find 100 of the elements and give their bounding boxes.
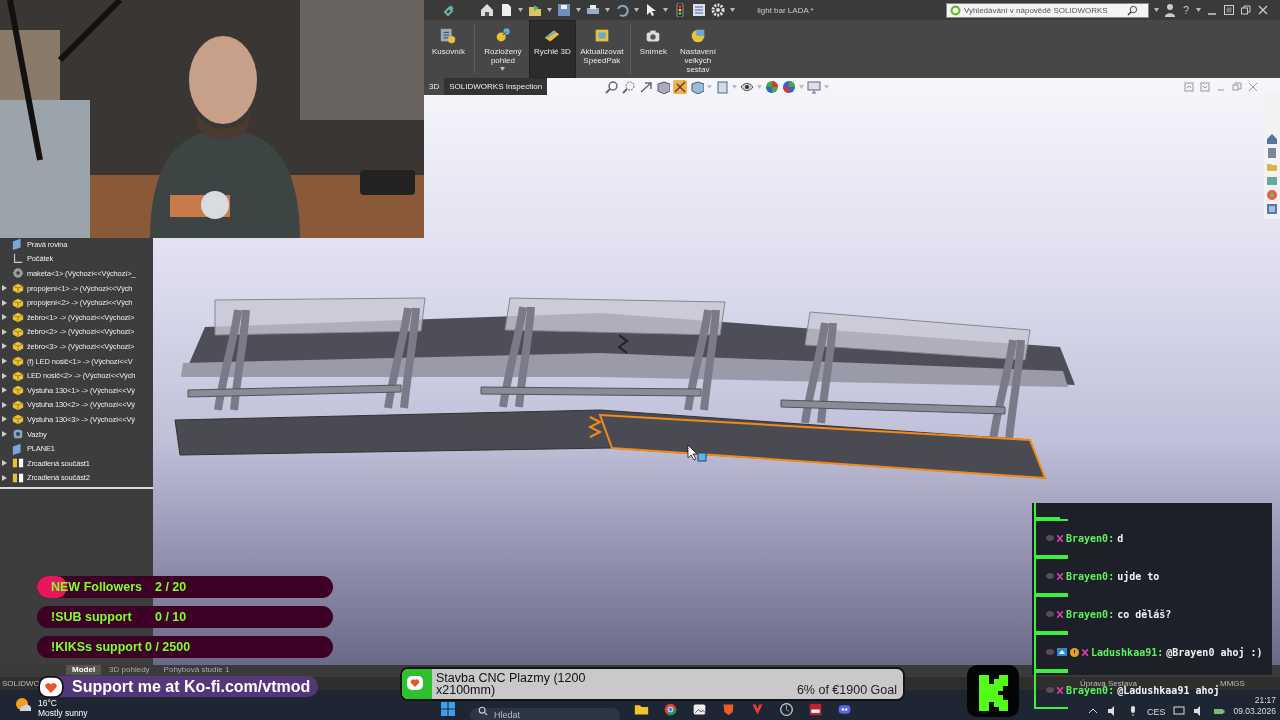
window-title: light bar LADA * — [756, 5, 815, 15]
clock-icon[interactable] — [779, 702, 794, 717]
close-icon[interactable] — [1257, 4, 1269, 16]
expand-arrow-icon[interactable] — [2, 372, 7, 379]
caret-icon[interactable] — [500, 67, 506, 72]
expand-arrow-icon[interactable] — [2, 431, 7, 437]
expand-arrow-icon[interactable] — [2, 343, 7, 350]
chat-username[interactable]: Ladushkaa91: — [1091, 646, 1164, 658]
traffic-light-icon[interactable] — [673, 3, 687, 17]
expand-arrow-icon[interactable] — [2, 358, 7, 365]
expand-arrow-icon[interactable] — [2, 460, 7, 467]
user-icon[interactable] — [1163, 3, 1176, 17]
browser-icon[interactable] — [663, 702, 678, 717]
clock-time[interactable]: 21:17 — [1254, 695, 1276, 706]
list-icon — [439, 27, 458, 45]
list-icon[interactable] — [692, 3, 706, 17]
caret-icon[interactable] — [1153, 8, 1159, 12]
expand-arrow-icon[interactable] — [2, 416, 7, 423]
ribbon-button[interactable]: Nastavení velkých sestav — [673, 20, 722, 78]
search-field[interactable]: Vyhledávání v nápovědě SOLIDWORKS — [945, 2, 1149, 18]
view-tab[interactable]: Model — [66, 665, 102, 675]
mirror-icon — [12, 471, 24, 484]
monitor-icon[interactable] — [807, 79, 822, 94]
sphere-icon[interactable] — [765, 79, 780, 94]
cursor-icon[interactable] — [644, 3, 658, 17]
caret-icon[interactable] — [518, 8, 523, 12]
caret-icon[interactable] — [576, 8, 581, 12]
badge-icon — [1046, 535, 1054, 541]
caret-icon[interactable] — [547, 8, 552, 12]
warning-badge-icon — [1070, 647, 1079, 657]
printer-icon[interactable] — [586, 3, 600, 17]
sphere-icon[interactable] — [782, 79, 797, 94]
dock-up-icon[interactable] — [1184, 81, 1194, 92]
units-label[interactable]: MMGS — [1220, 679, 1280, 688]
restore-icon[interactable] — [1240, 4, 1252, 16]
sun-cloud-icon[interactable] — [14, 697, 32, 713]
save-icon[interactable] — [557, 3, 571, 17]
expand-arrow-icon[interactable] — [2, 474, 7, 481]
badge-icon — [1046, 687, 1054, 693]
expand-arrow-icon[interactable] — [2, 328, 7, 335]
caret-icon[interactable] — [634, 8, 639, 12]
axes-icon — [12, 252, 24, 265]
expand-arrow-icon[interactable] — [2, 387, 7, 394]
undo-icon[interactable] — [615, 3, 629, 17]
palette-icon[interactable] — [1266, 189, 1278, 201]
gear-icon[interactable] — [711, 3, 725, 17]
expand-arrow-icon[interactable] — [2, 314, 7, 321]
badge-icon — [1046, 611, 1054, 617]
goal-progress: 6% of €1900 Goal — [796, 683, 897, 697]
command-tab[interactable]: SOLIDWORKS Inspection — [444, 78, 548, 95]
weather-label[interactable]: Mostly sunny — [38, 708, 88, 718]
monitor-icon[interactable] — [1173, 705, 1186, 717]
search-icon[interactable] — [1126, 4, 1138, 16]
ribbon-button[interactable]: Rozložený pohled — [478, 20, 527, 78]
maximize-icon[interactable] — [1223, 4, 1235, 16]
photos-icon[interactable] — [692, 702, 707, 717]
caret-icon[interactable] — [663, 8, 668, 12]
expand-arrow-icon[interactable] — [2, 285, 7, 292]
part-icon — [12, 398, 24, 411]
caret-icon[interactable] — [605, 8, 610, 12]
badge-icon — [1046, 573, 1054, 579]
chat-username[interactable]: Brayen0: — [1066, 570, 1115, 582]
badge-icon — [1046, 649, 1054, 655]
heart-cup-icon — [406, 675, 424, 691]
zoom-icon[interactable] — [605, 79, 620, 94]
ribbon-button[interactable]: Snímek — [634, 20, 672, 78]
chat-app-icon[interactable] — [837, 702, 852, 717]
taskbar-search-field[interactable]: Hledat — [470, 708, 620, 720]
ribbon-button[interactable]: Aktualizovat SpeedPak — [577, 20, 626, 78]
cursor-icon — [687, 444, 707, 462]
clock-date[interactable]: 09.03.2026 — [1233, 706, 1276, 717]
arrow-icon[interactable] — [639, 79, 654, 94]
language-indicator[interactable]: CES — [1146, 707, 1166, 717]
goal-title: Stavba CNC Plazmy (1200 x2100mm) — [436, 672, 587, 696]
caret-icon[interactable] — [1196, 8, 1201, 12]
list-icon[interactable] — [1266, 203, 1278, 215]
ribbon-button[interactable]: Kusovník — [427, 20, 470, 78]
plane-icon — [12, 238, 24, 251]
ribbon-button[interactable]: Rychlé 3D — [528, 20, 576, 78]
section-icon[interactable] — [673, 79, 688, 94]
plane-icon — [12, 442, 24, 455]
file-icon[interactable] — [499, 3, 513, 17]
chat-username[interactable]: Brayen0: — [1066, 608, 1115, 620]
banner-text[interactable]: Support me at Ko-fi.com/vtmod — [72, 677, 311, 696]
home-icon[interactable] — [480, 3, 494, 17]
chat-username[interactable]: Brayen0: — [1066, 532, 1115, 544]
temperature-label[interactable]: 16°C — [38, 698, 88, 708]
goal-count: 2 / 20 — [155, 580, 187, 594]
dock-down-icon[interactable] — [1200, 81, 1210, 92]
caret-icon[interactable] — [730, 8, 735, 12]
help-button[interactable]: ? — [1180, 4, 1191, 16]
goal-label: !SUB support — [50, 610, 133, 624]
folder-icon[interactable] — [528, 3, 542, 17]
start-icon[interactable] — [440, 701, 456, 717]
gear-icon — [12, 267, 24, 280]
expand-arrow-icon[interactable] — [2, 299, 7, 306]
zoom-area-icon[interactable] — [622, 79, 637, 94]
home-icon[interactable] — [1266, 133, 1278, 145]
library-icon[interactable] — [1266, 147, 1278, 159]
expand-arrow-icon[interactable] — [2, 401, 7, 408]
